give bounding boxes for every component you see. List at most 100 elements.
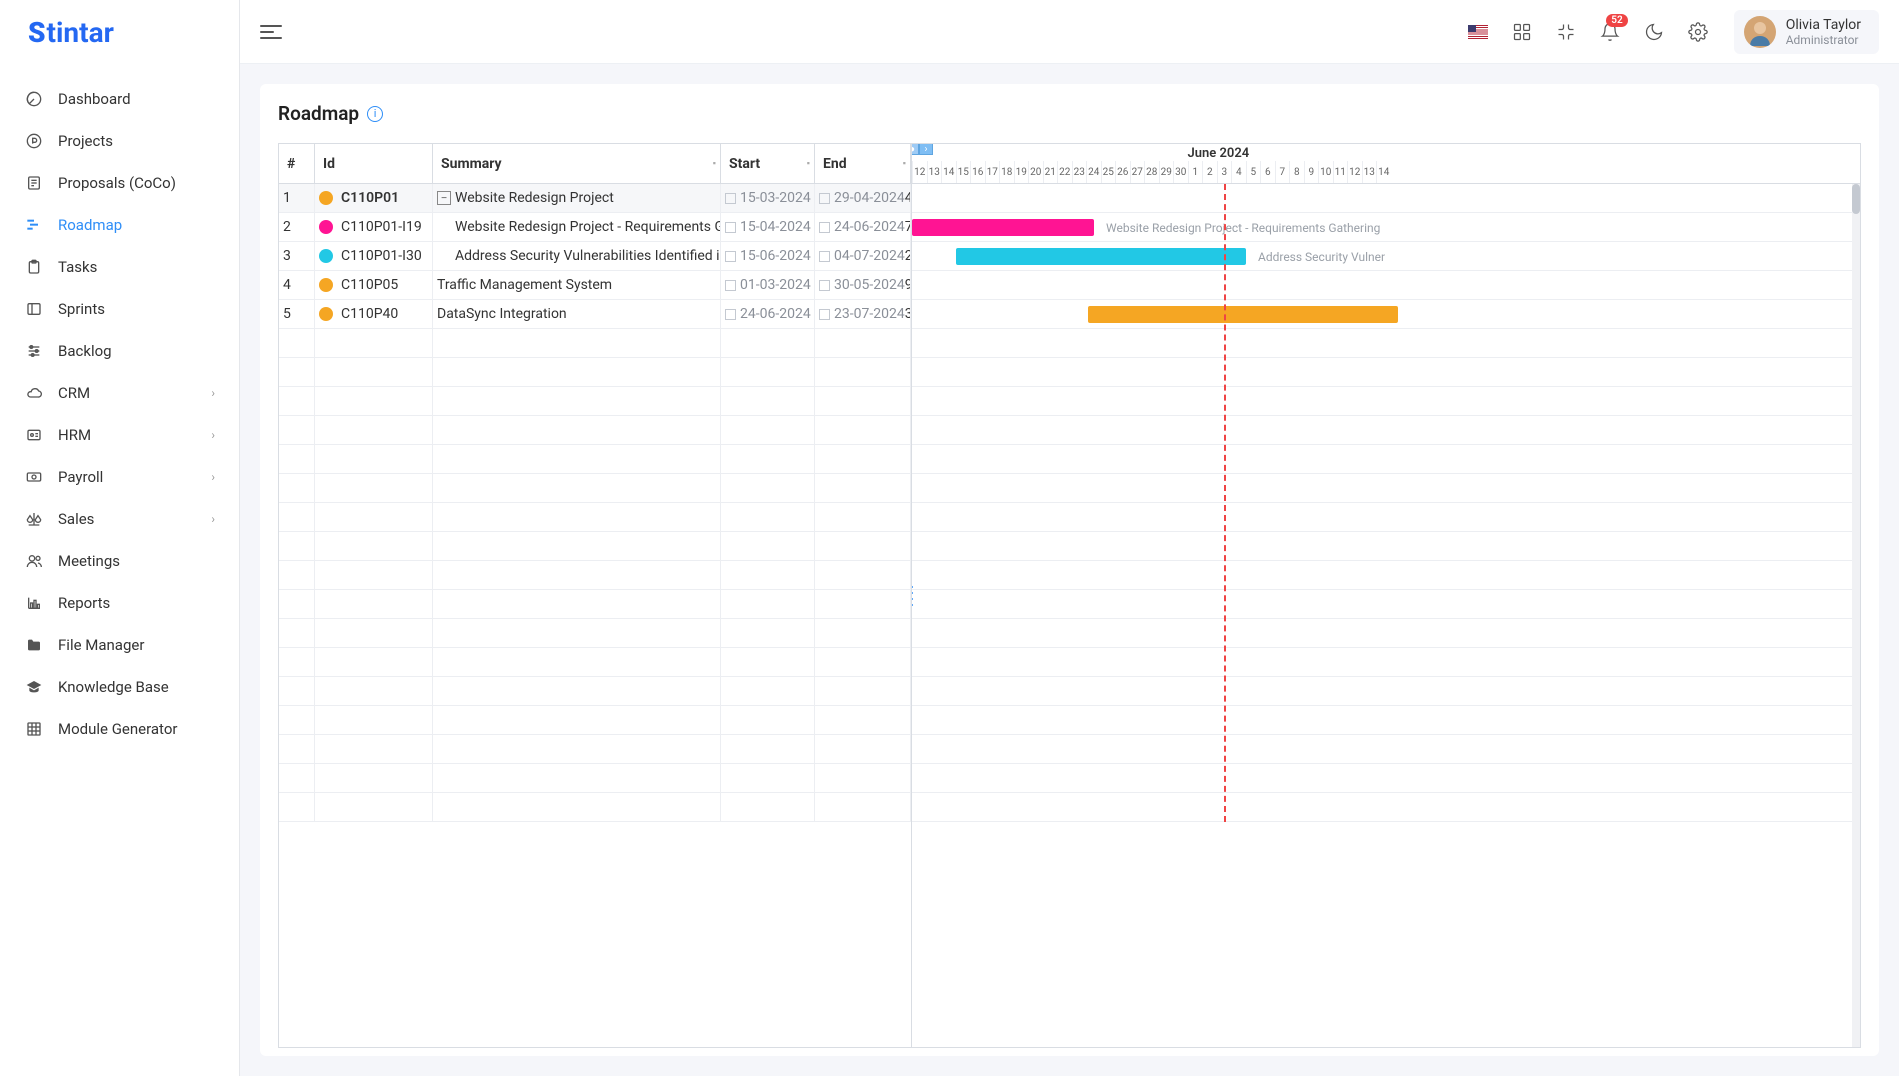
status-dot [319, 278, 333, 292]
col-index[interactable]: # [279, 144, 315, 183]
table-row[interactable]: 2C110P01-I19Website Redesign Project - R… [279, 213, 911, 242]
col-end[interactable]: End▪ [815, 144, 911, 183]
checkbox[interactable] [725, 222, 736, 233]
sidebar-item-dashboard[interactable]: Dashboard [0, 78, 239, 120]
timeline-today-button[interactable]: ● [912, 144, 919, 155]
timeline-day: 25 [1101, 161, 1116, 183]
sidebar-item-backlog[interactable]: Backlog [0, 330, 239, 372]
table-row-empty [279, 387, 911, 416]
doc-list-icon [24, 173, 44, 193]
gantt-bar[interactable] [912, 219, 1094, 236]
panel-icon [24, 299, 44, 319]
chevron-right-icon: › [211, 470, 215, 484]
sort-icon[interactable]: ▪ [807, 158, 810, 169]
checkbox[interactable] [819, 251, 830, 262]
cell-end: 29-04-2024 4 [815, 184, 911, 212]
timeline-day: 16 [970, 161, 985, 183]
sidebar-item-label: Meetings [58, 552, 215, 570]
circle-p-icon [24, 131, 44, 151]
table-row-empty [279, 503, 911, 532]
sidebar-item-sprints[interactable]: Sprints [0, 288, 239, 330]
sidebar-item-label: Reports [58, 594, 215, 612]
timeline-day: 13 [927, 161, 942, 183]
collapse-button[interactable]: − [437, 191, 451, 205]
sidebar-item-label: Sprints [58, 300, 215, 318]
info-icon[interactable]: i [367, 106, 383, 122]
table-row[interactable]: 1C110P01−Website Redesign Project15-03-2… [279, 184, 911, 213]
sort-icon[interactable]: ▪ [903, 158, 906, 169]
gantt-bar[interactable] [956, 248, 1246, 265]
table-row[interactable]: 3C110P01-I30Address Security Vulnerabili… [279, 242, 911, 271]
roadmap-panel: Roadmap i # Id Summary▪ Start▪ End▪ 1C11… [260, 84, 1879, 1056]
table-row[interactable]: 5C110P40DataSync Integration24-06-202423… [279, 300, 911, 329]
sidebar-item-crm[interactable]: CRM› [0, 372, 239, 414]
table-row-empty [279, 561, 911, 590]
timeline-next-button[interactable]: › [919, 144, 933, 155]
gantt-row [912, 532, 1860, 561]
menu-toggle-button[interactable] [260, 20, 284, 44]
cell-end: 24-06-2024 7 [815, 213, 911, 241]
checkbox[interactable] [725, 193, 736, 204]
col-id[interactable]: Id [315, 144, 433, 183]
checkbox[interactable] [819, 280, 830, 291]
language-flag-button[interactable] [1458, 12, 1498, 52]
sidebar-item-label: Tasks [58, 258, 215, 276]
cell-end: 30-05-2024 9 [815, 271, 911, 299]
timeline-day: 22 [1057, 161, 1072, 183]
timeline-day: 12 [1347, 161, 1362, 183]
gantt-chart: # Id Summary▪ Start▪ End▪ 1C110P01−Websi… [278, 143, 1861, 1048]
timeline-day: 14 [941, 161, 956, 183]
vertical-scrollbar[interactable] [1852, 184, 1860, 1047]
table-row[interactable]: 4C110P05Traffic Management System01-03-2… [279, 271, 911, 300]
sidebar-item-label: Dashboard [58, 90, 215, 108]
user-menu-button[interactable]: Olivia Taylor Administrator [1734, 10, 1879, 54]
table-row-empty [279, 648, 911, 677]
sort-icon[interactable]: ▪ [713, 158, 716, 169]
sidebar-item-projects[interactable]: Projects [0, 120, 239, 162]
sidebar-item-label: File Manager [58, 636, 215, 654]
checkbox[interactable] [819, 309, 830, 320]
checkbox[interactable] [725, 251, 736, 262]
cell-start: 15-04-2024 [721, 213, 815, 241]
sidebar-item-payroll[interactable]: Payroll› [0, 456, 239, 498]
apps-button[interactable] [1502, 12, 1542, 52]
timeline-day: 14 [1376, 161, 1391, 183]
chevron-right-icon: › [211, 512, 215, 526]
col-start[interactable]: Start▪ [721, 144, 815, 183]
gantt-bar[interactable] [1088, 306, 1398, 323]
sidebar-item-reports[interactable]: Reports [0, 582, 239, 624]
checkbox[interactable] [819, 193, 830, 204]
sidebar-item-tasks[interactable]: Tasks [0, 246, 239, 288]
settings-button[interactable] [1678, 12, 1718, 52]
timeline-day: 13 [1362, 161, 1377, 183]
notifications-button[interactable]: 52 [1590, 12, 1630, 52]
sidebar-item-roadmap[interactable]: Roadmap [0, 204, 239, 246]
timeline-day: 8 [1289, 161, 1304, 183]
checkbox[interactable] [819, 222, 830, 233]
cell-start: 24-06-2024 [721, 300, 815, 328]
logo[interactable]: S tintar [0, 0, 239, 64]
gantt-row [912, 793, 1860, 822]
gantt-bar-label: Website Redesign Project - Requirements … [1106, 219, 1380, 236]
fullscreen-exit-button[interactable] [1546, 12, 1586, 52]
sidebar-item-module-generator[interactable]: Module Generator [0, 708, 239, 750]
sidebar-item-proposals-coco-[interactable]: Proposals (CoCo) [0, 162, 239, 204]
sidebar-item-meetings[interactable]: Meetings [0, 540, 239, 582]
col-summary[interactable]: Summary▪ [433, 144, 721, 183]
notifications-badge: 52 [1606, 14, 1627, 27]
sidebar-item-knowledge-base[interactable]: Knowledge Base [0, 666, 239, 708]
theme-button[interactable] [1634, 12, 1674, 52]
sidebar-item-hrm[interactable]: HRM› [0, 414, 239, 456]
cell-id: C110P01-I19 [337, 213, 433, 241]
table-row-empty [279, 416, 911, 445]
timeline-day: 5 [1246, 161, 1261, 183]
table-row-empty [279, 619, 911, 648]
checkbox[interactable] [725, 280, 736, 291]
column-splitter[interactable] [911, 584, 915, 608]
sidebar-item-file-manager[interactable]: File Manager [0, 624, 239, 666]
sidebar-item-label: Payroll [58, 468, 211, 486]
sidebar-item-sales[interactable]: Sales› [0, 498, 239, 540]
timeline-day: 6 [1260, 161, 1275, 183]
checkbox[interactable] [725, 309, 736, 320]
timeline-day: 19 [1014, 161, 1029, 183]
